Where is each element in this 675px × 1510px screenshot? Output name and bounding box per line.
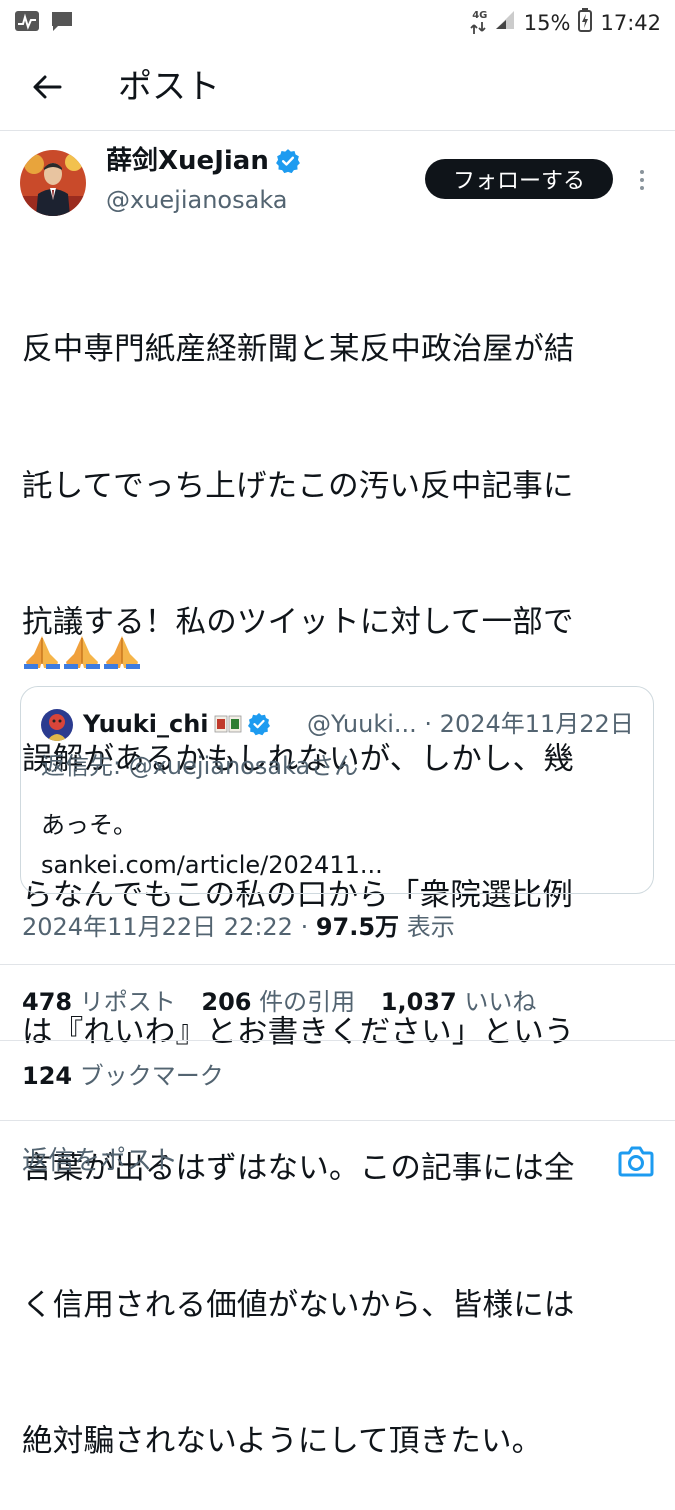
author-display-name[interactable]: 薛剑XueJian (106, 144, 301, 178)
prayer-emoji-row (22, 634, 142, 670)
reply-input[interactable]: 返信をポスト (22, 1143, 178, 1179)
quoted-author-avatar (41, 709, 73, 741)
reply-suffix: さん (310, 752, 359, 780)
engagement-stats: 478 リポスト 206 件の引用 1,037 いいね (22, 984, 554, 1020)
wifi-signal-icon: 4G (470, 9, 488, 35)
status-right: 4G 15% 17:42 (470, 8, 661, 37)
page-title: ポスト (118, 67, 220, 107)
quote-label[interactable]: 件の引用 (259, 988, 355, 1016)
back-arrow-icon (33, 75, 62, 99)
quoted-reply-context: 返信先: @xuejianosakaさん (41, 749, 358, 783)
divider (0, 1040, 675, 1041)
status-bar: 4G 15% 17:42 (0, 0, 675, 44)
message-icon (50, 10, 74, 36)
status-left (14, 10, 74, 36)
cell-signal-icon (494, 9, 516, 36)
app-header: ポスト (0, 44, 675, 131)
folded-hands-icon (104, 636, 140, 669)
bookmark-label: ブックマーク (79, 1062, 224, 1090)
camera-icon (618, 1146, 654, 1177)
reply-bar: 返信をポスト (0, 1120, 675, 1201)
clock: 17:42 (600, 10, 661, 35)
post-line: 絶対騙されないようにして頂きたい。 (22, 1424, 543, 1459)
more-options-button[interactable] (630, 162, 654, 198)
battery-percent: 15% (523, 10, 571, 35)
camera-button[interactable] (616, 1141, 656, 1181)
quoted-handle: @Yuuki... (307, 710, 417, 738)
quoted-text: あっそ。 sankei.com/article/202411... (41, 805, 383, 885)
repost-count[interactable]: 478 (22, 988, 72, 1016)
quote-count[interactable]: 206 (201, 988, 251, 1016)
quoted-date: 2024年11月22日 (439, 710, 634, 738)
views-label: 表示 (399, 913, 455, 941)
back-button[interactable] (24, 64, 70, 110)
more-vertical-icon (640, 170, 644, 174)
bookmark-stats[interactable]: 124 ブックマーク (22, 1058, 224, 1094)
divider (0, 964, 675, 965)
bookmark-count: 124 (22, 1062, 73, 1090)
reply-target: @xuejianosaka (128, 752, 311, 780)
quoted-name-text: Yuuki_chi (83, 710, 209, 738)
flag-emoji-icon (214, 715, 241, 733)
quoted-link[interactable]: sankei.com/article/202411... (41, 845, 383, 885)
like-count[interactable]: 1,037 (381, 988, 457, 1016)
quoted-meta-separator: · (416, 710, 440, 738)
battery-icon (578, 8, 593, 37)
quoted-meta: @Yuuki... · 2024年11月22日 (307, 707, 634, 741)
post-line: 反中専門紙産経新聞と某反中政治屋が結 (22, 332, 575, 367)
view-count: 97.5万 (315, 913, 400, 941)
post-line: 託してでっち上げたこの汚い反中記事に (22, 468, 574, 504)
network-type: 4G (472, 9, 488, 21)
quoted-post-card[interactable]: Yuuki_chi @Yuuki... · 2024年11月22日 返信先: @… (20, 686, 654, 894)
meta-separator: · (292, 913, 316, 941)
like-label[interactable]: いいね (464, 988, 536, 1016)
repost-label[interactable]: リポスト (80, 988, 176, 1016)
quoted-author-name: Yuuki_chi (83, 707, 271, 741)
follow-button[interactable]: フォローする (425, 159, 613, 199)
reply-prefix: 返信先: (41, 752, 129, 780)
verified-badge-icon (247, 713, 270, 736)
post-meta: 2024年11月22日 22:22 · 97.5万 表示 (22, 910, 455, 944)
folded-hands-icon (64, 636, 100, 669)
quoted-body: あっそ。 (41, 811, 137, 839)
post-timestamp[interactable]: 2024年11月22日 22:22 (22, 913, 293, 941)
more-dot (640, 186, 644, 190)
verified-badge-icon (275, 149, 300, 174)
author-avatar[interactable] (20, 150, 86, 216)
more-dot (640, 178, 644, 182)
author-name-text: 薛剑XueJian (106, 146, 269, 176)
post-line: く信用される価値がないから、皆様には (22, 1287, 575, 1323)
folded-hands-icon (24, 636, 60, 669)
activity-icon (14, 10, 40, 36)
author-handle[interactable]: @xuejianosaka (106, 184, 288, 216)
